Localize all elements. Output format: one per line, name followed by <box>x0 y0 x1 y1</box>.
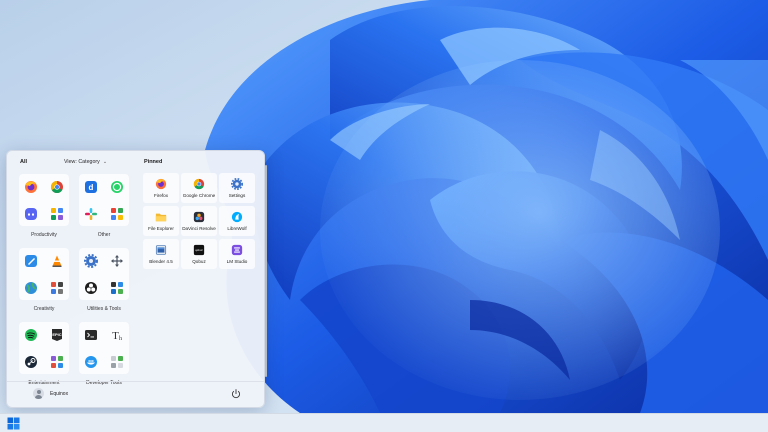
category-group-other[interactable]: d Other <box>79 174 129 238</box>
obs-icon <box>85 282 97 294</box>
apps-folder-icon <box>51 356 63 368</box>
group-icon-grid[interactable] <box>79 248 129 300</box>
pinned-tile-blender[interactable]: Blender 4.5 <box>143 239 179 269</box>
vlc-icon <box>52 255 62 267</box>
folder-icon <box>155 213 167 222</box>
svg-text:h: h <box>119 336 122 342</box>
category-group-developer-tools[interactable]: Th Developer Tools <box>79 322 129 386</box>
category-group-productivity[interactable]: Productivity <box>19 174 69 238</box>
chrome-icon <box>50 181 63 194</box>
view-dropdown-label: View: Category <box>64 159 100 165</box>
firefox-icon <box>155 178 167 190</box>
pinned-label-settings: Settings <box>228 193 246 198</box>
category-group-utilities[interactable]: Utilities & Tools <box>79 248 129 312</box>
group-label-other: Other <box>97 232 111 238</box>
pinned-tile-qobuz[interactable]: qobuz Qobuz <box>181 239 217 269</box>
steam-icon <box>25 356 37 368</box>
pinned-label-file-explorer: File Explorer <box>148 226 174 231</box>
settings-gear-icon <box>84 254 98 268</box>
pinned-label-qobuz: Qobuz <box>192 259 206 264</box>
lm-studio-icon <box>231 244 243 256</box>
pinned-tile-settings[interactable]: Settings <box>219 173 255 203</box>
chevron-down-icon: ⌄ <box>102 159 108 165</box>
category-group-creativity[interactable]: Creativity <box>19 248 69 312</box>
start-menu: All View: Category ⌄ Pinned Productivity… <box>6 150 267 408</box>
chrome-icon <box>193 178 205 190</box>
pinned-tile-lm-studio[interactable]: LM Studio <box>219 239 255 269</box>
globe-icon <box>25 282 37 294</box>
taskbar <box>0 413 768 432</box>
apps-folder-icon <box>111 208 123 220</box>
apps-folder-icon <box>51 282 63 294</box>
pen-tool-icon <box>25 255 37 267</box>
librewolf-icon <box>231 211 243 223</box>
davinci-d-icon: d <box>85 181 97 193</box>
move-arrows-icon <box>111 255 123 267</box>
pinned-label-chrome: Google Chrome <box>182 193 216 198</box>
svg-text:d: d <box>89 183 94 192</box>
start-menu-scrollbar[interactable] <box>265 165 267 377</box>
typography-icon: Th <box>112 330 122 342</box>
docker-icon <box>85 356 97 368</box>
whatsapp-icon <box>111 181 123 193</box>
epic-games-icon: EPIC <box>52 329 62 341</box>
group-label-productivity: Productivity <box>31 232 57 238</box>
settings-gear-icon <box>231 178 243 190</box>
group-icon-grid[interactable] <box>19 174 69 226</box>
pinned-label: Pinned <box>144 159 163 165</box>
avatar <box>33 388 44 399</box>
group-icon-grid[interactable]: Th <box>79 322 129 374</box>
pinned-label-librewolf: LibreWolf <box>227 226 247 231</box>
pinned-tile-davinci-resolve[interactable]: DaVinci Resolve <box>181 206 217 236</box>
davinci-resolve-icon <box>193 211 205 223</box>
pinned-tile-librewolf[interactable]: LibreWolf <box>219 206 255 236</box>
firefox-icon <box>25 181 37 193</box>
pinned-tile-firefox[interactable]: Firefox <box>143 173 179 203</box>
qobuz-icon: qobuz <box>193 244 205 256</box>
pinned-tile-file-explorer[interactable]: File Explorer <box>143 206 179 236</box>
apps-folder-icon <box>51 208 63 220</box>
category-group-entertainment[interactable]: EPIC Entertainment <box>19 322 69 386</box>
group-icon-grid[interactable]: EPIC <box>19 322 69 374</box>
terminal-icon <box>85 330 97 340</box>
apps-folder-icon <box>111 356 123 368</box>
windows-start-icon[interactable] <box>7 417 20 430</box>
group-label-creativity: Creativity <box>33 306 55 312</box>
svg-text:EPIC: EPIC <box>52 332 61 337</box>
pinned-label-lm-studio: LM Studio <box>226 259 248 264</box>
power-icon[interactable] <box>230 388 242 400</box>
pinned-label-davinci-resolve: DaVinci Resolve <box>182 226 216 231</box>
blender-icon <box>155 245 167 255</box>
discord-icon <box>25 208 37 220</box>
user-account-button[interactable]: Equinox <box>33 388 68 399</box>
apps-folder-icon <box>111 282 123 294</box>
view-category-dropdown[interactable]: View: Category ⌄ <box>61 157 110 167</box>
all-apps-label: All <box>20 159 28 165</box>
svg-text:qobuz: qobuz <box>195 248 203 252</box>
slack-icon <box>85 208 97 220</box>
pinned-label-blender: Blender 4.5 <box>149 259 173 264</box>
group-icon-grid[interactable]: d <box>79 174 129 226</box>
spotify-icon <box>25 329 37 341</box>
group-icon-grid[interactable] <box>19 248 69 300</box>
start-menu-footer: Equinox <box>7 381 264 407</box>
group-label-utilities: Utilities & Tools <box>87 306 121 312</box>
pinned-label-firefox: Firefox <box>153 193 169 198</box>
pinned-tile-chrome[interactable]: Google Chrome <box>181 173 217 203</box>
user-name: Equinox <box>50 390 69 397</box>
